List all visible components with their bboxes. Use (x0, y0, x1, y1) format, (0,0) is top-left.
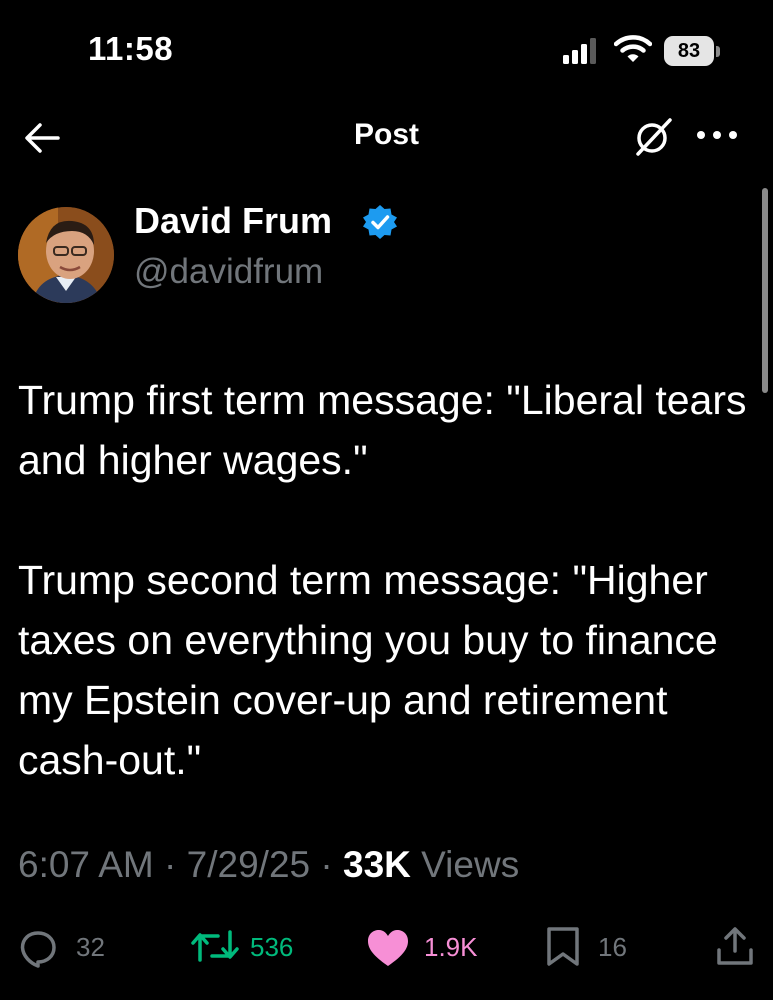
tweet-time[interactable]: 6:07 AM (18, 844, 154, 885)
more-options-icon[interactable] (694, 120, 740, 150)
tweet-paragraph: Trump first term message: "Liberal tears… (18, 377, 747, 483)
scrollbar[interactable] (762, 188, 768, 393)
tweet-meta: 6:07 AM · 7/29/25 · 33K Views (18, 844, 519, 886)
tweet-text: Trump first term message: "Liberal tears… (18, 370, 763, 790)
status-time: 11:58 (88, 30, 174, 67)
like-heart-icon[interactable] (366, 928, 410, 968)
battery-indicator: 83 (664, 36, 714, 66)
share-icon[interactable] (715, 926, 755, 966)
battery-cap (716, 46, 720, 57)
views-label[interactable]: Views (421, 844, 519, 885)
tweet-date[interactable]: 7/29/25 (187, 844, 310, 885)
bookmark-count[interactable]: 16 (598, 932, 627, 963)
cellular-signal-icon (563, 38, 596, 64)
like-count[interactable]: 1.9K (424, 932, 478, 963)
repost-count[interactable]: 536 (250, 932, 293, 963)
meta-separator: · (320, 844, 333, 885)
bookmark-icon[interactable] (543, 926, 583, 966)
meta-separator: · (164, 844, 177, 885)
author-handle[interactable]: @davidfrum (134, 252, 323, 292)
repost-icon[interactable] (190, 926, 240, 966)
views-count: 33K (343, 844, 411, 885)
author-name[interactable]: David Frum (134, 200, 332, 242)
wifi-icon (614, 35, 652, 62)
avatar[interactable] (18, 207, 114, 303)
reply-icon[interactable] (18, 928, 58, 968)
avatar-portrait (18, 207, 114, 303)
grok-icon[interactable] (632, 114, 676, 158)
verified-badge-icon (363, 205, 397, 239)
tweet-paragraph: Trump second term message: "Higher taxes… (18, 557, 718, 783)
reply-count[interactable]: 32 (76, 932, 105, 963)
